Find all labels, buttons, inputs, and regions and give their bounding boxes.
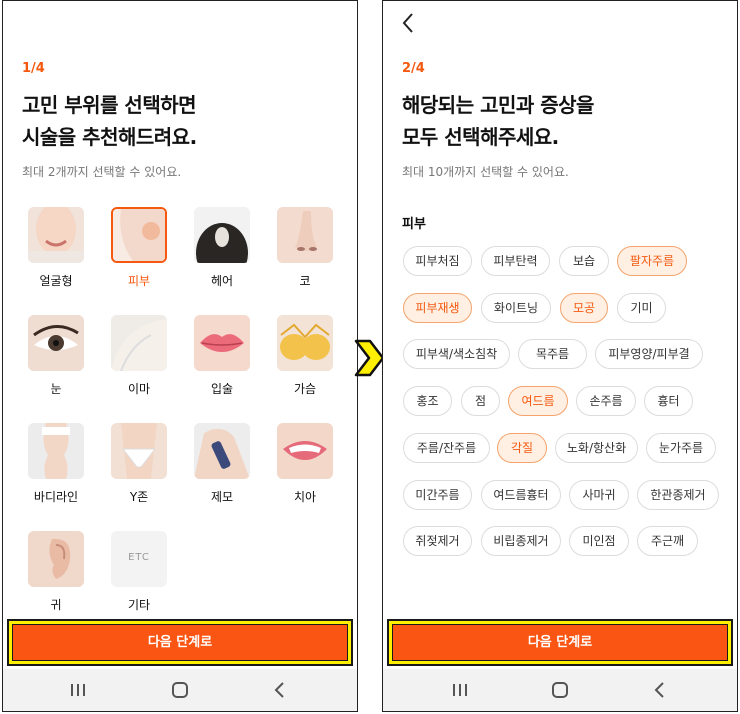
recent-apps-icon[interactable] bbox=[67, 679, 89, 701]
symptom-chip[interactable]: 사마귀 bbox=[569, 480, 629, 510]
symptom-chip[interactable]: 한관종제거 bbox=[637, 480, 719, 510]
symptom-chip[interactable]: 기미 bbox=[617, 293, 666, 323]
symptom-chip[interactable]: 미인점 bbox=[569, 526, 629, 556]
forehead-image bbox=[111, 315, 167, 371]
symptom-chip[interactable]: 피부재생 bbox=[403, 293, 472, 323]
step-indicator: 2/4 bbox=[402, 61, 425, 76]
symptom-chip[interactable]: 흉터 bbox=[644, 386, 693, 416]
symptom-chip[interactable]: 여드름흉터 bbox=[481, 480, 561, 510]
area-label: 바디라인 bbox=[33, 490, 79, 504]
symptom-chip[interactable]: 모공 bbox=[560, 293, 608, 323]
symptom-chip[interactable]: 화이트닝 bbox=[481, 293, 551, 323]
symptom-chip[interactable]: 피부탄력 bbox=[481, 246, 550, 276]
area-skin[interactable]: 피부 bbox=[104, 207, 174, 289]
area-body-line[interactable]: 바디라인 bbox=[21, 423, 91, 505]
symptom-chip[interactable]: 보습 bbox=[559, 246, 609, 276]
screen-step-2: 2/4 해당되는 고민과 증상을 모두 선택해주세요. 최대 10개까지 선택할… bbox=[382, 0, 738, 712]
area-lips[interactable]: 입술 bbox=[187, 315, 257, 397]
face-shape-image bbox=[28, 207, 84, 263]
y-zone-image bbox=[111, 423, 167, 479]
area-label: Y존 bbox=[129, 490, 149, 504]
next-step-button[interactable]: 다음 단계로 bbox=[12, 624, 348, 661]
hair-removal-image bbox=[194, 423, 250, 479]
area-label: 피부 bbox=[127, 274, 151, 288]
area-hair-removal[interactable]: 제모 bbox=[187, 423, 257, 505]
area-face-shape[interactable]: 얼굴형 bbox=[21, 207, 91, 289]
symptom-chip[interactable]: 노화/항산화 bbox=[555, 433, 638, 463]
symptom-chip[interactable]: 미간주름 bbox=[403, 480, 472, 510]
back-arrow-icon[interactable] bbox=[397, 11, 421, 35]
system-nav-bar bbox=[3, 669, 357, 711]
area-label: 치아 bbox=[293, 490, 317, 504]
area-teeth[interactable]: 치아 bbox=[270, 423, 340, 505]
title-line-2: 시술을 추천해드려요. bbox=[22, 125, 197, 149]
symptom-chip[interactable]: 피부처짐 bbox=[403, 246, 472, 276]
skin-image bbox=[111, 207, 167, 263]
symptom-chip[interactable]: 손주름 bbox=[576, 386, 636, 416]
eyes-image bbox=[28, 315, 84, 371]
area-label: 헤어 bbox=[210, 274, 234, 288]
symptom-chip[interactable]: 비립종제거 bbox=[481, 526, 561, 556]
screen-step-1: 1/4 고민 부위를 선택하면 시술을 추천해드려요. 최대 2개까지 선택할 … bbox=[2, 0, 358, 712]
area-ear[interactable]: 귀 bbox=[21, 531, 91, 613]
area-label: 코 bbox=[299, 274, 311, 288]
area-label: 귀 bbox=[50, 598, 62, 612]
area-label: 기타 bbox=[127, 598, 151, 612]
area-hair[interactable]: 헤어 bbox=[187, 207, 257, 289]
body-line-image bbox=[28, 423, 84, 479]
page-subtitle: 최대 2개까지 선택할 수 있어요. bbox=[22, 165, 182, 179]
section-label-skin: 피부 bbox=[402, 217, 426, 232]
back-icon[interactable] bbox=[649, 679, 671, 701]
area-label: 이마 bbox=[127, 382, 151, 396]
etc-thumb-text: ETC bbox=[128, 552, 150, 563]
home-icon[interactable] bbox=[169, 679, 191, 701]
symptom-chip[interactable]: 주근깨 bbox=[637, 526, 698, 556]
symptom-chip[interactable]: 주름/잔주름 bbox=[403, 433, 490, 463]
area-label: 눈 bbox=[50, 382, 62, 396]
symptom-chip[interactable]: 목주름 bbox=[518, 339, 587, 369]
step-indicator: 1/4 bbox=[22, 61, 45, 76]
symptom-chip[interactable]: 여드름 bbox=[508, 386, 568, 416]
area-y-zone[interactable]: Y존 bbox=[104, 423, 174, 505]
etc-image: ETC bbox=[111, 531, 167, 587]
next-button-highlight: 다음 단계로 bbox=[387, 619, 733, 666]
symptom-chip[interactable]: 각질 bbox=[497, 433, 547, 463]
system-nav-bar bbox=[383, 669, 737, 711]
page-subtitle: 최대 10개까지 선택할 수 있어요. bbox=[402, 165, 569, 179]
area-nose[interactable]: 코 bbox=[270, 207, 340, 289]
lips-image bbox=[194, 315, 250, 371]
area-eyes[interactable]: 눈 bbox=[21, 315, 91, 397]
title-line-1: 해당되는 고민과 증상을 bbox=[402, 93, 594, 117]
nose-image bbox=[277, 207, 333, 263]
page-title: 고민 부위를 선택하면 시술을 추천해드려요. bbox=[22, 89, 197, 153]
area-etc[interactable]: ETC 기타 bbox=[104, 531, 174, 613]
symptom-chip[interactable]: 쥐젖제거 bbox=[403, 526, 472, 556]
area-label: 제모 bbox=[210, 490, 234, 504]
teeth-image bbox=[277, 423, 333, 479]
area-label: 가슴 bbox=[293, 382, 317, 396]
symptom-chip[interactable]: 팔자주름 bbox=[617, 246, 687, 276]
symptom-chip[interactable]: 점 bbox=[461, 386, 500, 416]
hair-image bbox=[194, 207, 250, 263]
page-title: 해당되는 고민과 증상을 모두 선택해주세요. bbox=[402, 89, 594, 153]
ear-image bbox=[28, 531, 84, 587]
area-label: 얼굴형 bbox=[39, 274, 73, 288]
title-line-2: 모두 선택해주세요. bbox=[402, 125, 559, 149]
next-button-highlight: 다음 단계로 bbox=[7, 619, 353, 666]
home-icon[interactable] bbox=[549, 679, 571, 701]
next-arrow-icon bbox=[352, 338, 386, 378]
area-label: 입술 bbox=[210, 382, 234, 396]
symptom-chip[interactable]: 홍조 bbox=[403, 386, 452, 416]
symptom-chip[interactable]: 피부영양/피부결 bbox=[595, 339, 703, 369]
area-chest[interactable]: 가슴 bbox=[270, 315, 340, 397]
symptom-chip[interactable]: 피부색/색소침착 bbox=[403, 339, 510, 369]
symptom-chip[interactable]: 눈가주름 bbox=[646, 433, 716, 463]
back-icon[interactable] bbox=[269, 679, 291, 701]
title-line-1: 고민 부위를 선택하면 bbox=[22, 93, 197, 117]
next-step-button[interactable]: 다음 단계로 bbox=[392, 624, 728, 661]
area-forehead[interactable]: 이마 bbox=[104, 315, 174, 397]
recent-apps-icon[interactable] bbox=[449, 679, 471, 701]
chest-image bbox=[277, 315, 333, 371]
